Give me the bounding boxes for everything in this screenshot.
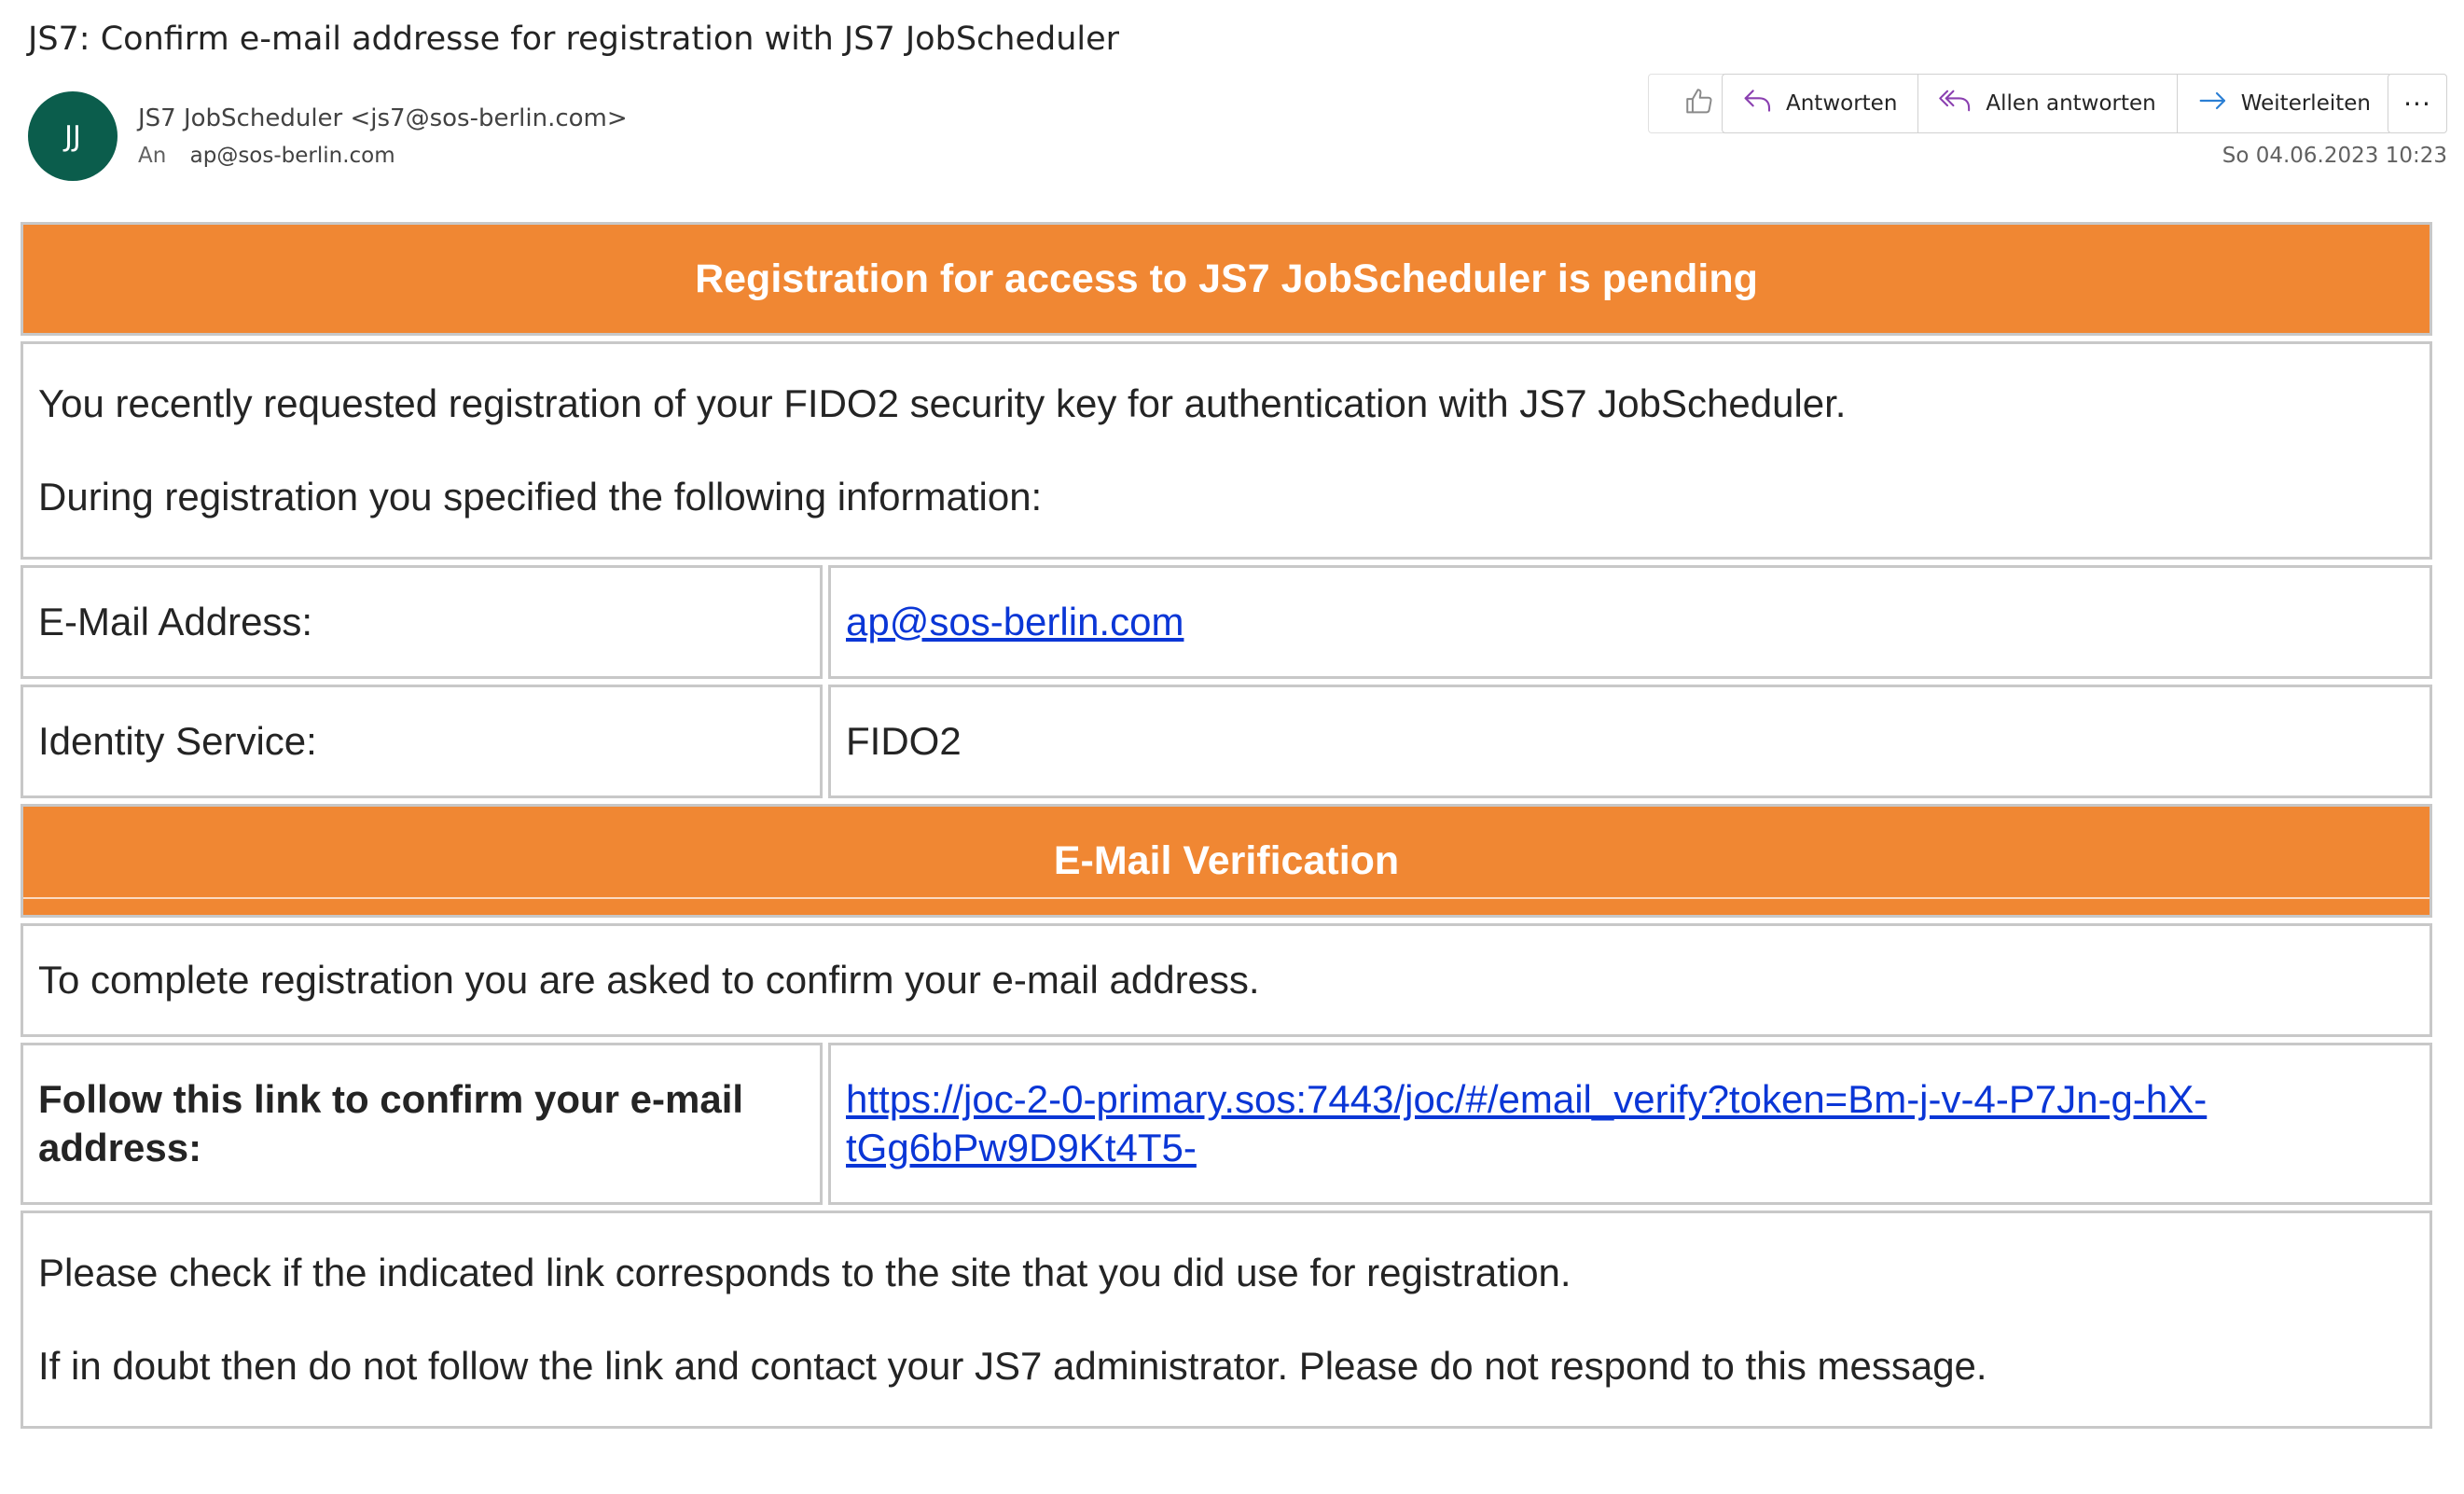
avatar[interactable]: JJ bbox=[28, 91, 118, 181]
recipient-address[interactable]: ap@sos-berlin.com bbox=[190, 144, 395, 168]
reply-label: Antworten bbox=[1786, 91, 1898, 116]
note-line-1: Please check if the indicated link corre… bbox=[38, 1251, 1571, 1294]
verify-link-line-2[interactable]: tGg6bPw9D9Kt4T5- bbox=[846, 1124, 1197, 1172]
verification-header: E-Mail Verification bbox=[21, 804, 2432, 918]
note-line-2: If in doubt then do not follow the link … bbox=[38, 1344, 1987, 1388]
reply-button[interactable]: Antworten bbox=[1723, 75, 1919, 132]
reply-icon bbox=[1743, 88, 1773, 119]
email-body: Registration for access to JS7 JobSchedu… bbox=[21, 222, 2432, 1434]
recipient-line: An ap@sos-berlin.com bbox=[138, 144, 395, 168]
identity-service-label: Identity Service: bbox=[21, 685, 823, 798]
security-note: Please check if the indicated link corre… bbox=[21, 1210, 2432, 1429]
identity-service-value: FIDO2 bbox=[828, 685, 2432, 798]
reply-all-label: Allen antworten bbox=[1986, 91, 2156, 116]
header-divider bbox=[23, 897, 2429, 900]
intro-line-2: During registration you specified the fo… bbox=[38, 475, 1043, 519]
thumbs-up-icon bbox=[1683, 86, 1715, 121]
intro-text: You recently requested registration of y… bbox=[21, 341, 2432, 560]
received-timestamp: So 04.06.2023 10:23 bbox=[2222, 144, 2447, 168]
email-reading-pane: JS7: Confirm e-mail addresse for registr… bbox=[0, 0, 2464, 1494]
registration-header: Registration for access to JS7 JobSchedu… bbox=[21, 222, 2432, 336]
more-options-button[interactable]: ··· bbox=[2388, 74, 2447, 133]
verification-header-text: E-Mail Verification bbox=[1053, 837, 1400, 883]
verification-text: To complete registration you are asked t… bbox=[21, 923, 2432, 1037]
email-subject: JS7: Confirm e-mail addresse for registr… bbox=[28, 21, 1120, 58]
verify-link-line-1[interactable]: https://joc-2-0-primary.sos:7443/joc/#/e… bbox=[846, 1075, 2207, 1124]
forward-label: Weiterleiten bbox=[2240, 91, 2371, 116]
sender-name[interactable]: JS7 JobScheduler <js7@sos-berlin.com> bbox=[138, 104, 628, 132]
more-icon: ··· bbox=[2403, 88, 2431, 119]
reply-all-icon bbox=[1939, 88, 1973, 119]
forward-button[interactable]: Weiterleiten bbox=[2178, 75, 2391, 132]
email-address-value: ap@sos-berlin.com bbox=[828, 565, 2432, 679]
follow-link-label: Follow this link to confirm your e-mail … bbox=[21, 1043, 823, 1205]
forward-icon bbox=[2198, 88, 2228, 119]
email-address-label: E-Mail Address: bbox=[21, 565, 823, 679]
reply-actions: Antworten Allen antworten Weiterleiten bbox=[1722, 74, 2392, 133]
intro-line-1: You recently requested registration of y… bbox=[38, 381, 1847, 425]
reply-all-button[interactable]: Allen antworten bbox=[1918, 75, 2178, 132]
email-address-link[interactable]: ap@sos-berlin.com bbox=[846, 600, 1184, 644]
verify-link-cell: https://joc-2-0-primary.sos:7443/joc/#/e… bbox=[828, 1043, 2432, 1205]
to-label: An bbox=[138, 144, 167, 168]
